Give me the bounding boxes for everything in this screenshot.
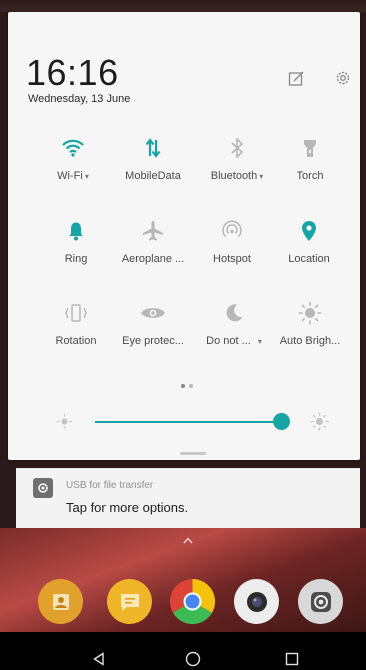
rotation-icon [61, 298, 91, 328]
tile-label: Location [288, 253, 330, 265]
brightness-low-icon [56, 413, 73, 430]
date: Wednesday, 13 June [28, 93, 131, 105]
chevron-up-icon[interactable] [183, 531, 193, 547]
recents-icon[interactable] [283, 650, 301, 668]
page-dot [189, 384, 193, 388]
moon-icon [219, 298, 249, 328]
chevron-down-icon: ▾ [84, 172, 89, 181]
notification-body: Tap for more options. [66, 500, 189, 515]
tile-bluetooth[interactable]: Bluetooth ▾ [195, 133, 279, 193]
tile-label: Do not ... [206, 335, 251, 347]
status-bar-edge [0, 0, 366, 12]
tile-location[interactable]: Location [267, 216, 351, 276]
chrome-icon[interactable] [170, 579, 215, 624]
clock: 16:16 [26, 52, 119, 93]
tile-rotation[interactable]: Rotation [34, 298, 118, 358]
tile-aeroplane[interactable]: Aeroplane ... [111, 216, 195, 276]
tile-torch[interactable]: Torch [268, 133, 352, 193]
brightness-slider-track[interactable] [95, 421, 282, 423]
tile-label: Eye protec... [122, 335, 184, 347]
mobile-data-icon [138, 133, 168, 163]
page-indicator [181, 384, 193, 388]
tile-label: Aeroplane ... [121, 253, 185, 265]
bluetooth-icon [222, 133, 252, 163]
tile-label: Auto Brigh... [279, 335, 341, 347]
tile-label: Bluetooth [210, 170, 258, 182]
brightness-high-icon [310, 412, 329, 431]
brightness-slider-thumb[interactable] [272, 413, 290, 430]
tile-label: Hotspot [213, 253, 251, 265]
torch-icon [295, 133, 325, 163]
navigation-bar [0, 632, 366, 670]
tile-eye-protection[interactable]: Eye protec... [111, 298, 195, 358]
hotspot-icon [217, 216, 247, 246]
auto-brightness-icon [295, 298, 325, 328]
screen-record-icon[interactable] [298, 579, 343, 624]
location-icon [294, 216, 324, 246]
home-icon[interactable] [184, 650, 202, 668]
camera-icon[interactable] [234, 579, 279, 624]
chevron-down-icon: ▾ [257, 337, 262, 346]
tile-hotspot[interactable]: Hotspot [190, 216, 274, 276]
notification-title: USB for file transfer [66, 480, 154, 491]
gear-icon[interactable] [332, 67, 354, 89]
page-dot-active [181, 384, 185, 388]
tile-label: Rotation [55, 335, 97, 347]
messages-icon[interactable] [107, 579, 152, 624]
tile-label: Torch [296, 170, 324, 182]
back-icon[interactable] [90, 650, 108, 668]
tile-do-not-disturb[interactable]: Do not ... ▾ [192, 298, 276, 358]
tile-label: MobileData [125, 170, 181, 182]
wifi-icon [58, 133, 88, 163]
panel-drag-handle[interactable] [180, 452, 206, 455]
tile-wifi[interactable]: Wi-Fi ▾ [31, 133, 115, 193]
bell-icon [61, 216, 91, 246]
tile-label: Ring [64, 253, 88, 265]
tile-mobile-data[interactable]: MobileData [111, 133, 195, 193]
contacts-icon[interactable] [38, 579, 83, 624]
tile-auto-brightness[interactable]: Auto Brigh... [268, 298, 352, 358]
usb-notification[interactable]: USB for file transfer Tap for more optio… [16, 468, 360, 528]
chevron-down-icon: ▾ [259, 172, 264, 181]
edit-icon[interactable] [285, 67, 307, 89]
usb-icon [33, 478, 53, 498]
eye-icon [138, 298, 168, 328]
tile-label: Wi-Fi [57, 170, 83, 182]
airplane-icon [138, 216, 168, 246]
tile-ring[interactable]: Ring [34, 216, 118, 276]
